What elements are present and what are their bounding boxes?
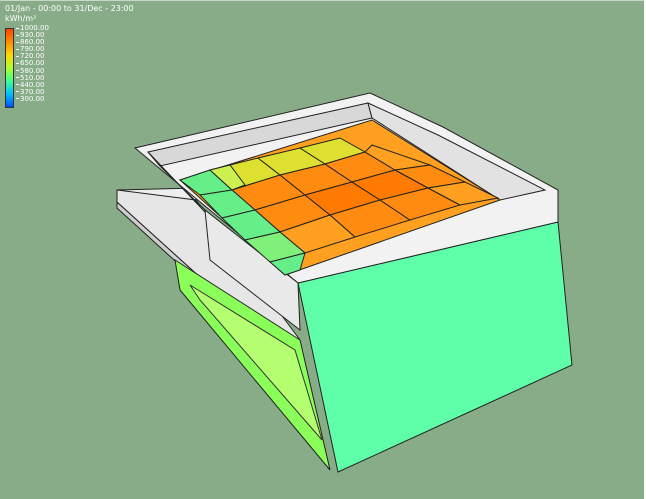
building-model[interactable] — [0, 0, 646, 499]
period-label: 01/Jan - 00:00 to 31/Dec - 23:00 — [5, 4, 134, 13]
legend-labels: 1000.00 930.00 860.00 790.00 720.00 650.… — [16, 24, 49, 103]
legend-color-scale — [5, 28, 14, 108]
legend-label: 300.00 — [16, 95, 49, 103]
3d-viewport[interactable]: 01/Jan - 00:00 to 31/Dec - 23:00 kWh/m² … — [0, 0, 646, 499]
unit-label: kWh/m² — [5, 14, 37, 23]
